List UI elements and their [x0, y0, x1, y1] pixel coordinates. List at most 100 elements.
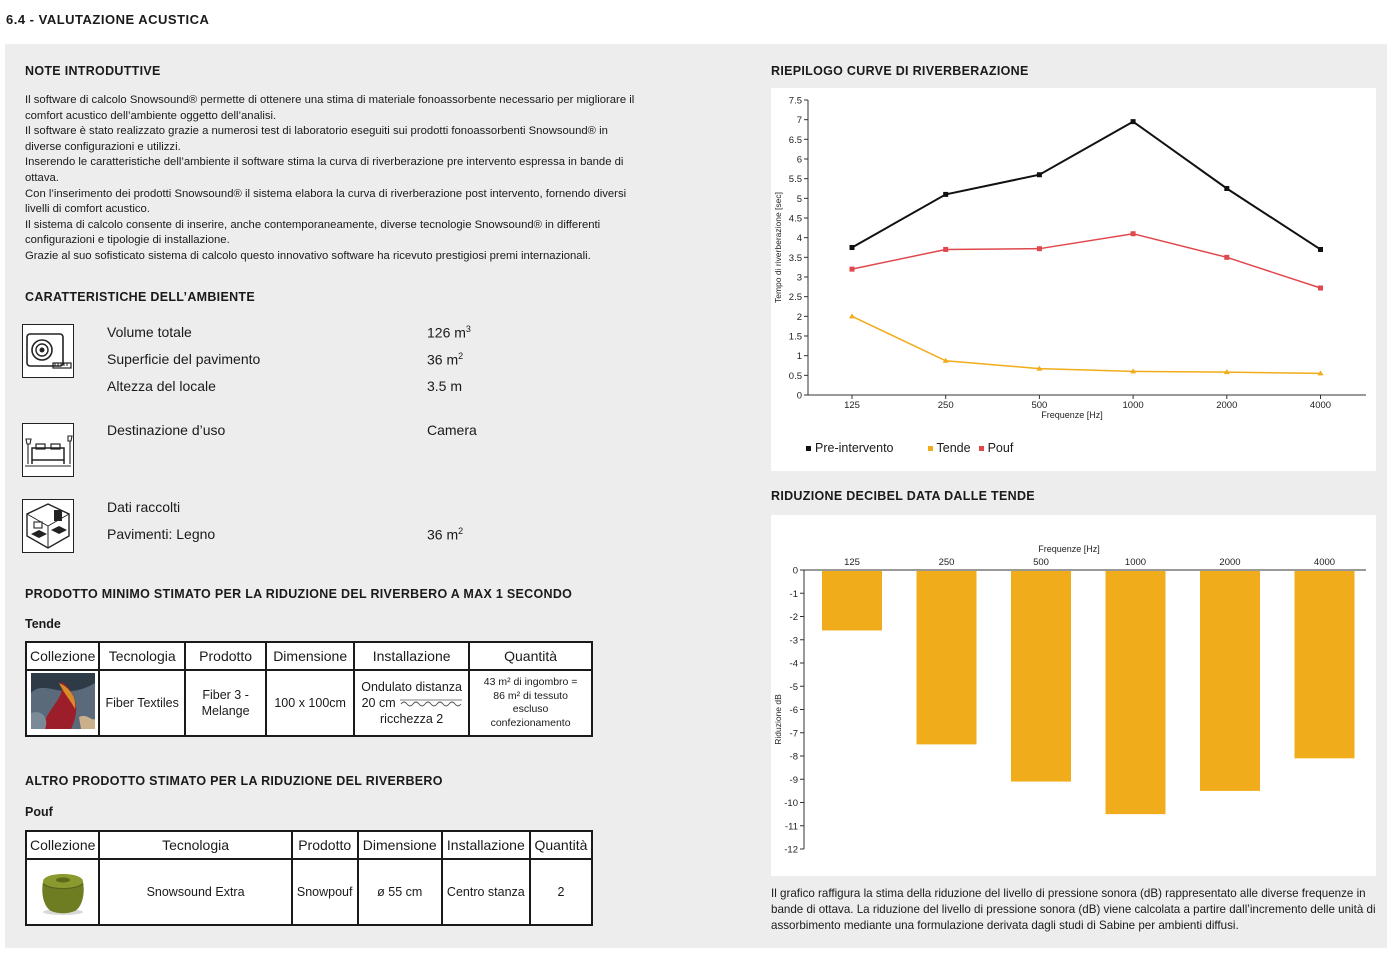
y-tick-label: -6 [790, 705, 798, 716]
decibel-bar-chart: Frequenze [Hz] 0 -1 -2 -3 -4 -5 -6 -7 -8 -9 -10 -11 -… [773, 544, 1366, 856]
data-point [1130, 231, 1136, 237]
y-tick-label: -11 [785, 821, 798, 832]
x-tick-label: 250 [938, 400, 954, 411]
intro-heading: NOTE INTRODUTTIVE [25, 64, 161, 78]
y-tick-label: -12 [784, 845, 798, 856]
x-axis-label: Frequenze [Hz] [1038, 544, 1100, 554]
series-line [851, 232, 1321, 289]
y-tick-label: -2 [790, 612, 798, 623]
page-title: 6.4 - VALUTAZIONE ACUSTICA [6, 12, 210, 27]
table-header: Prodotto [183, 641, 268, 671]
intro-paragraph: Con l’inserimento dei prodotti Snowsound… [25, 187, 627, 216]
superficie-label: Superficie del pavimento [107, 351, 261, 367]
legend-item-pouf: Pouf [978, 441, 1013, 455]
data-point [849, 266, 855, 272]
intro-paragraph: Il sistema di calcolo consente di inseri… [25, 218, 601, 247]
destinazione-value: Camera [427, 422, 477, 438]
collezione-cell [24, 669, 101, 737]
y-tick-label: 4 [797, 233, 802, 244]
intro-text: Il software di calcolo Snowsound® permet… [25, 93, 635, 265]
tecnologia-cell: Fiber Textiles [98, 669, 186, 737]
y-tick-label: 1.5 [789, 332, 802, 343]
installazione-cell: Ondulato distanza 20 cm ricchezza 2 [353, 669, 471, 737]
table-header: Dimensione [265, 641, 356, 671]
volume-value: 126 m3 [427, 324, 471, 341]
y-tick-label: 1 [797, 351, 802, 362]
x-tick-label: 500 [1033, 557, 1049, 568]
table-header: Installazione [440, 830, 531, 860]
table-header-row: Collezione Tecnologia Prodotto Dimension… [24, 641, 593, 671]
bar [1200, 571, 1260, 791]
data-point [1130, 119, 1136, 125]
y-tick-label: 0 [793, 566, 798, 577]
data-point [849, 245, 855, 250]
pouf-table: Collezione Tecnologia Prodotto Dimension… [24, 830, 594, 926]
x-tick-label: 4000 [1310, 400, 1331, 411]
y-tick-label: 6 [797, 155, 802, 166]
y-tick-label: -3 [790, 635, 798, 646]
bar [822, 571, 882, 631]
bar [1011, 571, 1071, 782]
table-header: Tecnologia [98, 830, 293, 860]
data-point [1036, 246, 1042, 252]
y-tick-label: 0.5 [789, 371, 802, 382]
tende-table: Collezione Tecnologia Prodotto Dimension… [24, 641, 593, 737]
table-header: Installazione [353, 641, 471, 671]
y-tick-label: -4 [790, 659, 798, 670]
wave-icon [399, 699, 462, 707]
bar [1294, 571, 1355, 759]
quantita-cell: 2 [528, 858, 594, 926]
destinazione-label: Destinazione d’uso [107, 422, 226, 438]
data-point [1224, 254, 1230, 260]
x-tick-label: 125 [844, 557, 860, 568]
tape-measure-icon [22, 324, 74, 378]
legend-item-pre: Pre-intervento [806, 441, 894, 455]
data-point [1224, 186, 1230, 191]
x-tick-label: 250 [939, 557, 955, 568]
tecnologia-cell: Snowsound Extra [98, 858, 293, 926]
data-point [943, 191, 949, 197]
dati-label: Dati raccolti [107, 499, 181, 515]
y-tick-label: 4.5 [789, 214, 802, 225]
ambiente-heading: CARATTERISTICHE DELL’AMBIENTE [25, 290, 255, 304]
line-chart-legend: Pre-intervento Tende Pouf [806, 441, 1013, 455]
x-tick-label: 1000 [1123, 400, 1144, 411]
prodotto-cell: Fiber 3 - Melange [183, 669, 268, 737]
pavimenti-value: 36 m2 [427, 526, 464, 543]
pouf-subheading: Pouf [25, 805, 53, 819]
x-tick-label: 2000 [1216, 400, 1237, 411]
y-tick-label: 3.5 [789, 253, 802, 264]
table-header: Collezione [24, 830, 101, 860]
intro-paragraph: Il software di calcolo Snowsound® permet… [25, 94, 635, 122]
altro-prodotto-heading: ALTRO PRODOTTO STIMATO PER LA RIDUZIONE … [25, 774, 443, 788]
line-chart-panel: 0 0.5 1 1.5 2 2.5 3 3.5 4 4.5 5 5.5 6 6.5 7 7.5 125 250 50… [771, 88, 1376, 471]
y-axis-label: Riduzione dB [773, 694, 783, 745]
altezza-label: Altezza del locale [107, 378, 216, 394]
y-tick-label: 2.5 [789, 292, 802, 303]
y-tick-label: -9 [790, 775, 798, 786]
data-point [1318, 285, 1323, 291]
table-header: Prodotto [290, 830, 359, 860]
series-line [851, 120, 1322, 251]
x-tick-label: 4000 [1314, 557, 1335, 568]
bar-chart-caption: Il grafico raffigura la stima della ridu… [771, 887, 1376, 932]
collezione-cell [24, 858, 101, 926]
table-header: Tecnologia [98, 641, 186, 671]
data-point [943, 246, 949, 252]
bar [916, 571, 977, 745]
prodotto-minimo-heading: PRODOTTO MINIMO STIMATO PER LA RIDUZIONE… [25, 587, 573, 601]
legend-item-tende: Tende [927, 441, 971, 455]
intro-paragraph: Inserendo le caratteristiche dell’ambien… [25, 156, 624, 184]
table-header: Quantità [528, 830, 594, 860]
data-point [1318, 246, 1323, 252]
quantita-cell: 43 m² di ingombro = 86 m² di tessuto esc… [468, 669, 593, 737]
table-header-row: Collezione Tecnologia Prodotto Dimension… [24, 830, 594, 860]
data-point [849, 313, 855, 319]
room-floor-icon [22, 499, 74, 553]
tende-subheading: Tende [25, 617, 61, 631]
volume-label: Volume totale [107, 324, 192, 340]
fabric-thumbnail-icon [30, 673, 95, 729]
superficie-value: 36 m2 [427, 351, 464, 368]
table-header: Collezione [24, 641, 101, 671]
intro-paragraph: Grazie al suo sofisticato sistema di cal… [25, 249, 591, 262]
